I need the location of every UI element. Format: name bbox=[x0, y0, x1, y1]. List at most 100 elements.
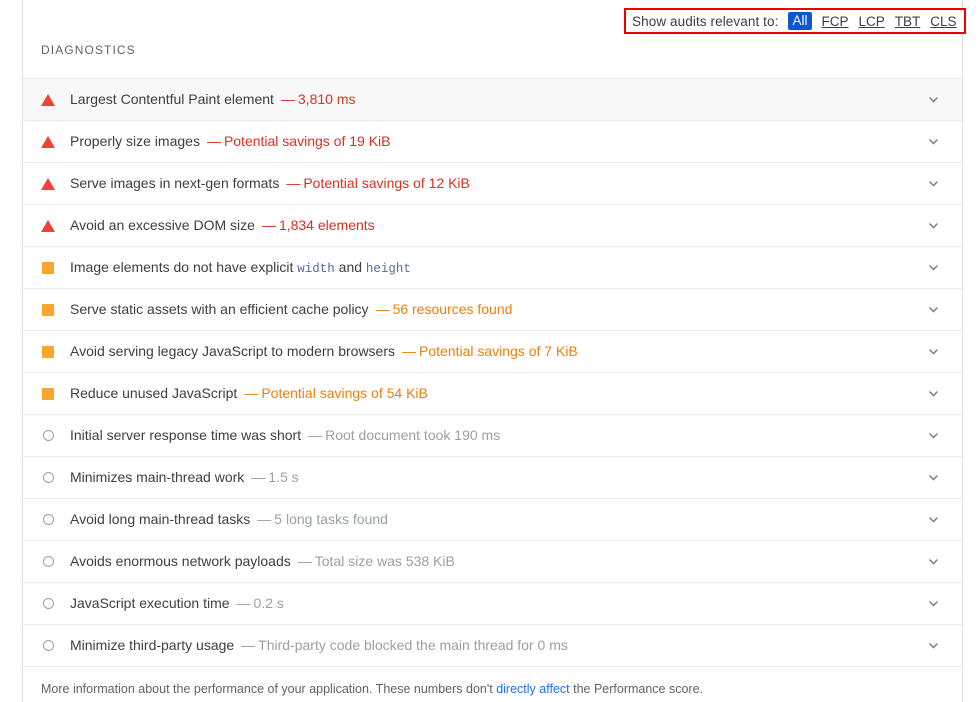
filter-label: Show audits relevant to: bbox=[632, 13, 779, 29]
filter-option-lcp[interactable]: LCP bbox=[859, 14, 885, 29]
audit-separator: — bbox=[206, 133, 221, 150]
audit-separator: — bbox=[244, 385, 259, 402]
audit-title: Minimizes main-thread work bbox=[70, 469, 245, 486]
audit-row[interactable]: Serve static assets with an efficient ca… bbox=[23, 289, 962, 331]
audit-title: Serve images in next-gen formats bbox=[70, 175, 280, 192]
audit-title: Avoid an excessive DOM size bbox=[70, 217, 255, 234]
audit-row[interactable]: Largest Contentful Paint element —3,810 m… bbox=[23, 79, 962, 121]
chevron-down-icon[interactable] bbox=[926, 429, 940, 443]
audit-separator: — bbox=[261, 217, 276, 234]
audit-row[interactable]: JavaScript execution time —0.2 s bbox=[23, 583, 962, 625]
audit-value: Potential savings of 7 KiB bbox=[419, 343, 578, 360]
audit-row[interactable]: Serve images in next-gen formats — Potenti… bbox=[23, 163, 962, 205]
chevron-down-icon[interactable] bbox=[926, 261, 940, 275]
audit-row[interactable]: Minimize third-party usage — Third-party c… bbox=[23, 625, 962, 667]
circle-pass-icon bbox=[40, 596, 56, 612]
audit-row[interactable]: Initial server response time was short — R… bbox=[23, 415, 962, 457]
audit-separator: — bbox=[280, 91, 295, 108]
audit-value: 3,810 ms bbox=[297, 91, 356, 108]
audit-text: Serve images in next-gen formats — Potenti… bbox=[70, 175, 470, 192]
chevron-down-icon[interactable] bbox=[926, 303, 940, 317]
triangle-warning-icon bbox=[40, 218, 56, 234]
filter-option-fcp[interactable]: FCP bbox=[822, 14, 849, 29]
chevron-down-icon[interactable] bbox=[926, 219, 940, 233]
audit-title: Properly size images bbox=[70, 133, 200, 150]
audit-title: Avoids enormous network payloads bbox=[70, 553, 291, 570]
audit-separator: — bbox=[286, 175, 301, 192]
audit-title: Reduce unused JavaScript bbox=[70, 385, 238, 402]
audit-separator: — bbox=[297, 553, 312, 570]
filter-option-tbt[interactable]: TBT bbox=[895, 14, 921, 29]
audit-value: 1,834 elements bbox=[278, 217, 375, 234]
audit-title: Serve static assets with an efficient ca… bbox=[70, 301, 369, 318]
circle-pass-icon-shape bbox=[42, 598, 54, 609]
footnote: More information about the performance o… bbox=[23, 667, 962, 697]
audit-value: 1.5 s bbox=[268, 469, 299, 486]
circle-pass-icon bbox=[40, 470, 56, 486]
audit-title: Largest Contentful Paint element bbox=[70, 91, 274, 108]
audit-text: Serve static assets with an efficient ca… bbox=[70, 301, 512, 318]
audit-separator: — bbox=[257, 511, 272, 528]
audit-separator: — bbox=[308, 427, 323, 444]
audit-value: 56 resources found bbox=[392, 301, 513, 318]
audit-row[interactable]: Reduce unused JavaScript — Potential savin… bbox=[23, 373, 962, 415]
circle-pass-icon-shape bbox=[42, 472, 54, 483]
audit-title: Initial server response time was short bbox=[70, 427, 302, 444]
audit-row[interactable]: Minimizes main-thread work —1.5 s bbox=[23, 457, 962, 499]
square-warning-icon bbox=[40, 344, 56, 360]
footnote-link[interactable]: directly affect bbox=[496, 682, 569, 696]
audit-separator: — bbox=[236, 595, 251, 612]
audit-separator: — bbox=[241, 637, 256, 654]
square-warning-icon bbox=[40, 302, 56, 318]
audit-row[interactable]: Image elements do not have explicit widt… bbox=[23, 247, 962, 289]
audit-title: Avoid serving legacy JavaScript to moder… bbox=[70, 343, 396, 360]
triangle-warning-icon bbox=[40, 176, 56, 192]
audit-value: 0.2 s bbox=[253, 595, 284, 612]
audit-text: Properly size images — Potential savings o… bbox=[70, 133, 390, 150]
audit-title-text: Image elements do not have explicit bbox=[70, 258, 298, 275]
chevron-down-icon[interactable] bbox=[926, 177, 940, 191]
square-warning-icon-shape bbox=[42, 303, 54, 316]
audit-text: Image elements do not have explicit widt… bbox=[70, 259, 411, 277]
diagnostics-panel: DIAGNOSTICS Largest Contentful Paint ele… bbox=[22, 0, 963, 702]
circle-pass-icon-shape bbox=[42, 514, 54, 525]
audit-row[interactable]: Properly size images — Potential savings o… bbox=[23, 121, 962, 163]
audit-separator: — bbox=[251, 469, 266, 486]
chevron-down-icon[interactable] bbox=[926, 345, 940, 359]
audit-value: 5 long tasks found bbox=[274, 511, 388, 528]
chevron-down-icon[interactable] bbox=[926, 387, 940, 401]
audit-text: Initial server response time was short — R… bbox=[70, 427, 500, 444]
triangle-warning-icon-shape bbox=[41, 93, 55, 106]
audit-value: Root document took 190 ms bbox=[325, 427, 501, 444]
audit-title: Minimize third-party usage bbox=[70, 637, 235, 654]
audit-value: Potential savings of 19 KiB bbox=[223, 133, 391, 150]
audit-row[interactable]: Avoid long main-thread tasks —5 long task… bbox=[23, 499, 962, 541]
chevron-down-icon[interactable] bbox=[926, 471, 940, 485]
filter-option-all[interactable]: All bbox=[788, 12, 812, 30]
filter-option-cls[interactable]: CLS bbox=[930, 14, 956, 29]
chevron-down-icon[interactable] bbox=[926, 597, 940, 611]
chevron-down-icon[interactable] bbox=[926, 513, 940, 527]
circle-pass-icon-shape bbox=[42, 430, 54, 441]
triangle-warning-icon-shape bbox=[41, 219, 55, 232]
audit-text: Avoids enormous network payloads — Total s… bbox=[70, 553, 455, 570]
audit-text: JavaScript execution time —0.2 s bbox=[70, 595, 284, 612]
chevron-down-icon[interactable] bbox=[926, 555, 940, 569]
audit-separator: — bbox=[402, 343, 417, 360]
chevron-down-icon[interactable] bbox=[926, 135, 940, 149]
chevron-down-icon[interactable] bbox=[926, 639, 940, 653]
audit-value: Total size was 538 KiB bbox=[314, 553, 455, 570]
audit-title-code: height bbox=[365, 261, 411, 276]
square-warning-icon-shape bbox=[42, 261, 54, 274]
audit-value: Third-party code blocked the main thread… bbox=[258, 637, 568, 654]
audit-filter-bar: Show audits relevant to: All FCP LCP TBT CLS bbox=[624, 8, 966, 34]
audit-row[interactable]: Avoid serving legacy JavaScript to moder… bbox=[23, 331, 962, 373]
square-warning-icon bbox=[40, 260, 56, 276]
audit-row[interactable]: Avoid an excessive DOM size —1,834 elemen… bbox=[23, 205, 962, 247]
triangle-warning-icon-shape bbox=[41, 177, 55, 190]
audit-row[interactable]: Avoids enormous network payloads — Total s… bbox=[23, 541, 962, 583]
chevron-down-icon[interactable] bbox=[926, 93, 940, 107]
square-warning-icon-shape bbox=[42, 387, 54, 400]
circle-pass-icon-shape bbox=[42, 640, 54, 651]
circle-pass-icon bbox=[40, 554, 56, 570]
